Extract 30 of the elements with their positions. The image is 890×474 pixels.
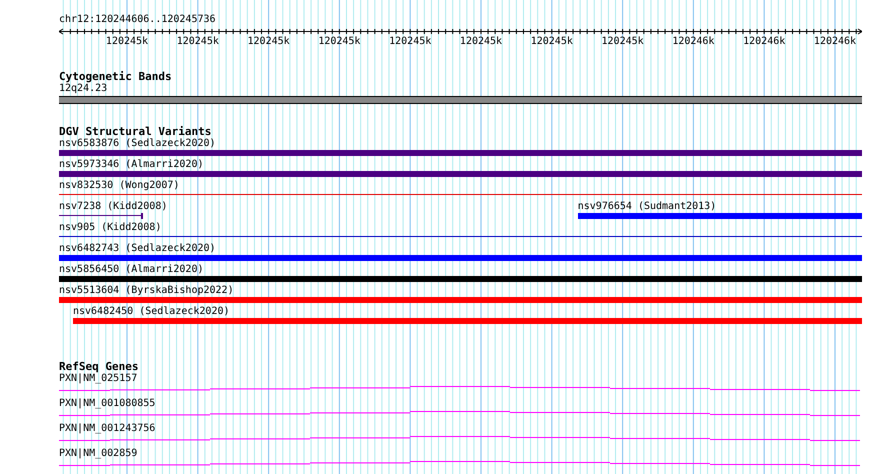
band-label: 12q24.23: [59, 83, 108, 95]
tick-label: 120245k: [389, 36, 432, 48]
tick-label: 120246k: [743, 36, 786, 48]
tick-label: 120245k: [318, 36, 360, 48]
gene-label: PXN|NM_025157: [59, 373, 138, 385]
tick-label: 120246k: [672, 36, 714, 48]
variant-label: nsv905 (Kidd2008): [59, 222, 162, 234]
position-label: chr12:120244606..120245736: [59, 14, 216, 26]
track-title: RefSeq Genes: [59, 360, 138, 373]
track-title: Cytogenetic Bands: [59, 70, 172, 83]
variant-label: nsv832530 (Wong2007): [59, 180, 180, 192]
gene-label: PXN|NM_001243756: [59, 423, 156, 435]
tick-label: 120245k: [106, 36, 148, 48]
variant-label: nsv6583876 (Sedlazeck2020): [59, 138, 216, 150]
tick-label: 120246k: [814, 36, 856, 48]
variant-label: nsv6482450 (Sedlazeck2020): [72, 306, 230, 318]
tick-label: 120245k: [176, 36, 219, 48]
gene-label: PXN|NM_001080855: [59, 398, 156, 410]
variant-label: nsv5973346 (Almarri2020): [59, 159, 204, 171]
gene-label: PXN|NM_002859: [59, 448, 138, 460]
variant-label: nsv7238 (Kidd2008): [59, 201, 168, 213]
tick-label: 120245k: [530, 36, 573, 48]
tick-label: 120245k: [248, 36, 290, 48]
variant-label: nsv976654 (Sudmant2013): [578, 201, 716, 213]
variant-label: nsv5513604 (ByrskaBishop2022): [59, 285, 234, 297]
tick-label: 120245k: [602, 36, 644, 48]
tick-label: 120245k: [460, 36, 502, 48]
variant-label: nsv6482743 (Sedlazeck2020): [59, 243, 216, 255]
variant-label: nsv5856450 (Almarri2020): [59, 264, 204, 276]
track-title: DGV Structural Variants: [59, 125, 212, 138]
